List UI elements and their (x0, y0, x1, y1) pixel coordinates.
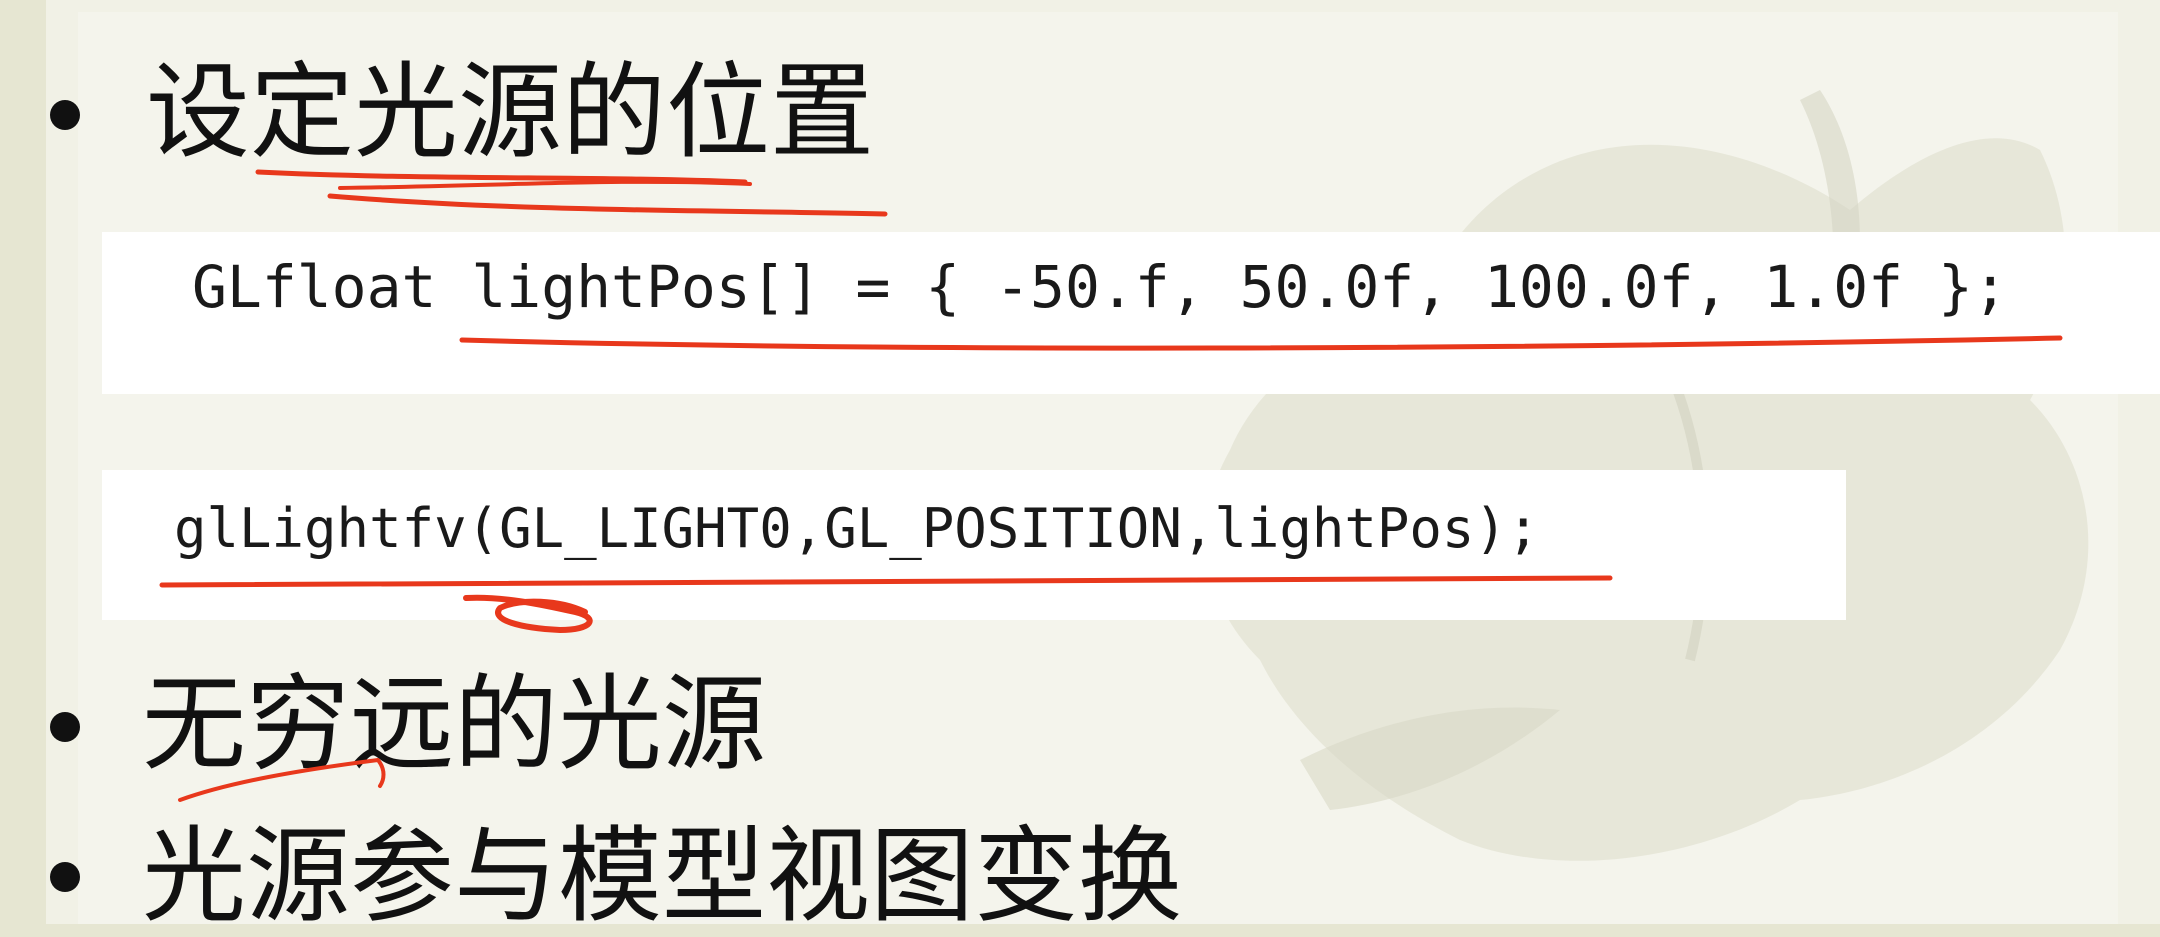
code-line-lightpos: GLfloat lightPos[] = { -50.f, 50.0f, 100… (192, 253, 2008, 321)
bullet-heading-light-position: 设定光源的位置 (146, 51, 875, 173)
bullet-dot (50, 100, 80, 130)
code-line-gllightfv: glLightfv(GL_LIGHT0,GL_POSITION,lightPos… (174, 497, 1540, 560)
bullet-dot (50, 712, 80, 742)
bullet-heading-modelview: 光源参与模型视图变换 (142, 815, 1183, 937)
bullet-dot (50, 862, 80, 892)
bullet-heading-infinite-light: 无穷远的光源 (142, 663, 767, 785)
